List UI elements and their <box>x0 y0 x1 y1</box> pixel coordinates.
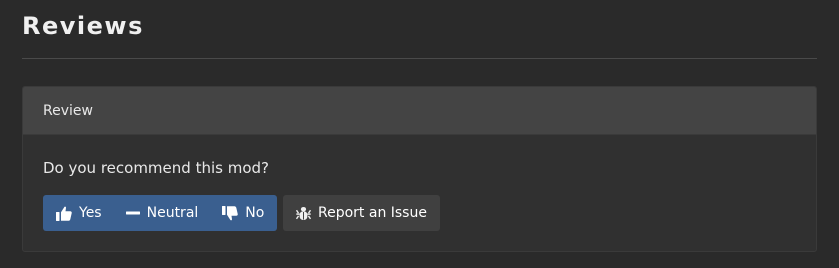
section-title: Reviews <box>22 12 144 40</box>
bug-icon <box>296 206 311 221</box>
neutral-button[interactable]: Neutral <box>114 195 211 231</box>
recommend-question: Do you recommend this mod? <box>43 159 269 177</box>
thumbs-down-icon <box>222 205 239 221</box>
yes-label: Yes <box>79 205 102 221</box>
report-issue-label: Report an Issue <box>318 205 427 221</box>
no-label: No <box>245 205 265 221</box>
review-card-title: Review <box>43 102 93 119</box>
review-card: Review Do you recommend this mod? Yes Ne… <box>22 86 817 252</box>
review-card-header: Review <box>23 87 816 135</box>
recommend-vote-group: Yes Neutral No <box>43 195 278 231</box>
no-button[interactable]: No <box>210 195 277 231</box>
report-issue-button[interactable]: Report an Issue <box>283 195 440 231</box>
yes-button[interactable]: Yes <box>43 195 114 231</box>
section-divider <box>22 58 817 59</box>
neutral-label: Neutral <box>146 205 199 221</box>
thumbs-up-icon <box>56 206 72 221</box>
reviews-page: Reviews Review Do you recommend this mod… <box>0 0 839 268</box>
minus-icon <box>125 206 140 220</box>
